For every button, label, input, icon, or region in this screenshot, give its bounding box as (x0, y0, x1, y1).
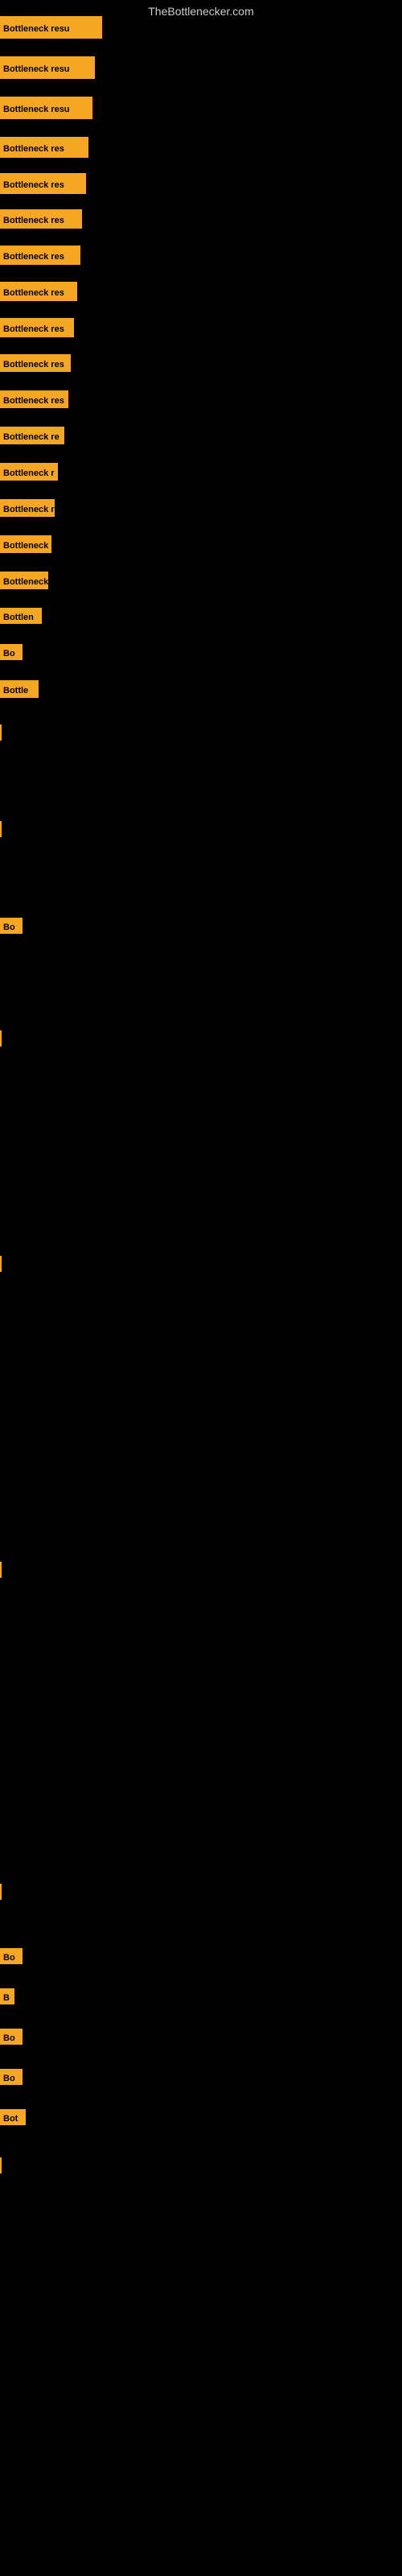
bar-label: Bottleneck res (0, 354, 71, 372)
bar-item: B (0, 1988, 14, 2004)
bar-label: Bottleneck res (0, 173, 86, 194)
bar-item: Bo (0, 2029, 23, 2045)
bar-item: Bottleneck r (0, 572, 48, 589)
bar-item: Bottleneck resu (0, 56, 95, 79)
bar-item: Bot (0, 2109, 26, 2125)
bar-item: Bottleneck res (0, 390, 68, 408)
bar-item: Bottleneck res (0, 209, 82, 229)
bar-label: Bottleneck r (0, 572, 48, 589)
bar-label: Bottlen (0, 608, 42, 624)
bar-label: Bot (0, 2109, 26, 2125)
bar-label: Bottleneck re (0, 427, 64, 444)
chart-container: TheBottlenecker.com Bottleneck resuBottl… (0, 0, 402, 2576)
bar-item: Bottle (0, 680, 39, 698)
bar-label: Bo (0, 2029, 23, 2045)
bar-item: Bo (0, 644, 23, 660)
bar-item (0, 1884, 2, 1900)
bar-tick (0, 1256, 2, 1272)
bar-label: Bottleneck r (0, 463, 58, 481)
bar-label: Bottleneck res (0, 282, 77, 301)
bar-item: Bottleneck r (0, 499, 55, 517)
bar-label: Bo (0, 2069, 23, 2085)
bar-label: Bo (0, 918, 23, 934)
bar-tick (0, 724, 2, 741)
bar-label: Bottleneck res (0, 246, 80, 265)
bar-item (0, 724, 2, 741)
bar-item: Bottleneck res (0, 246, 80, 265)
bar-label: Bottleneck res (0, 137, 88, 158)
bar-label: Bo (0, 644, 23, 660)
bar-label: Bottleneck res (0, 209, 82, 229)
bar-item (0, 1030, 2, 1046)
bar-item: Bottlen (0, 608, 42, 624)
bar-label: Bottleneck res (0, 318, 74, 337)
bar-item: Bottleneck resu (0, 97, 92, 119)
bar-label: Bottle (0, 680, 39, 698)
bar-tick (0, 2157, 2, 2174)
bar-item: Bottleneck resu (0, 16, 102, 39)
bar-label: Bottleneck res (0, 390, 68, 408)
bar-item: Bo (0, 918, 23, 934)
bar-label: Bottleneck resu (0, 16, 102, 39)
bar-item: Bottleneck re (0, 427, 64, 444)
bar-label: B (0, 1988, 14, 2004)
bar-tick (0, 1030, 2, 1046)
bar-item (0, 1256, 2, 1272)
bar-item (0, 1562, 2, 1578)
bar-item: Bo (0, 2069, 23, 2085)
bar-item (0, 2157, 2, 2174)
bar-tick (0, 821, 2, 837)
bar-item (0, 821, 2, 837)
bar-label: Bottleneck r (0, 499, 55, 517)
bar-item: Bottleneck res (0, 318, 74, 337)
bar-label: Bottleneck resu (0, 56, 95, 79)
bar-item: Bottleneck res (0, 354, 71, 372)
bar-item: Bottleneck res (0, 173, 86, 194)
bar-item: Bottleneck r (0, 463, 58, 481)
bar-tick (0, 1562, 2, 1578)
bar-label: Bottleneck r (0, 535, 51, 553)
bar-label: Bo (0, 1948, 23, 1964)
bar-item: Bottleneck r (0, 535, 51, 553)
bar-item: Bo (0, 1948, 23, 1964)
bar-item: Bottleneck res (0, 282, 77, 301)
bar-tick (0, 1884, 2, 1900)
bar-label: Bottleneck resu (0, 97, 92, 119)
bar-item: Bottleneck res (0, 137, 88, 158)
